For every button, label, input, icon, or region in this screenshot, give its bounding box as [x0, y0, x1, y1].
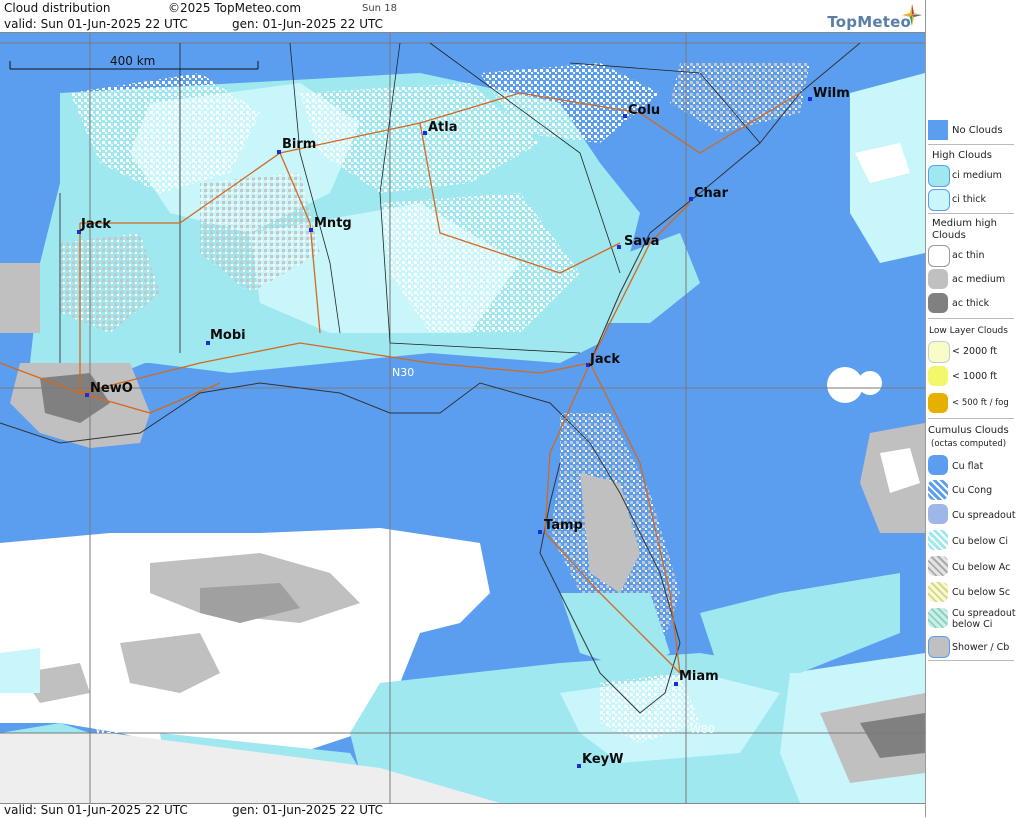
legend-panel: No Clouds High Clouds ci medium ci thick…: [925, 0, 1017, 817]
legend-cu-below-ci: Cu below Ci: [952, 536, 1009, 547]
legend-octas: (octas computed): [931, 439, 1007, 449]
city-label-sava: Sava: [624, 234, 659, 249]
footer-valid-time: valid: Sun 01-Jun-2025 22 UTC: [4, 803, 188, 817]
header-bar: Cloud distribution ©2025 TopMeteo.com Su…: [0, 0, 925, 33]
legend-cu-spreadout-below-ci: Cu spreadout below Ci: [952, 608, 1016, 630]
footer-bar: valid: Sun 01-Jun-2025 22 UTC gen: 01-Ju…: [0, 803, 925, 818]
legend-cu-flat: Cu flat: [952, 461, 984, 472]
scale-label: 400 km: [110, 54, 155, 68]
legend-lt2000: < 2000 ft: [952, 346, 998, 357]
legend-swatch-ac-thick: [928, 293, 948, 313]
city-label-colu: Colu: [628, 103, 660, 118]
legend-no-clouds: No Clouds: [952, 125, 1003, 136]
city-label-mobi: Mobi: [210, 328, 246, 343]
city-label-jack-fl: Jack: [589, 352, 620, 367]
city-marker-mntg: [309, 228, 313, 232]
city-label-mntg: Mntg: [314, 216, 352, 231]
legend-high-clouds: High Clouds: [932, 150, 992, 161]
legend-lt1000: < 1000 ft: [952, 371, 998, 382]
city-label-birm: Birm: [282, 137, 316, 152]
city-label-tamp: Tamp: [544, 518, 583, 533]
chart-title: Cloud distribution: [4, 1, 111, 15]
legend-swatch-lt1000: [928, 366, 948, 386]
legend-cu-below-ac: Cu below Ac: [952, 562, 1011, 573]
legend-swatch-lt2000: [928, 341, 950, 363]
legend-ci-medium: ci medium: [952, 170, 1002, 181]
legend-swatch-ac-medium: [928, 269, 948, 289]
city-marker-wilm: [808, 97, 812, 101]
legend-cu-below-sc: Cu below Sc: [952, 587, 1011, 598]
city-label-miam: Miam: [679, 669, 719, 684]
legend-divider: [928, 318, 1014, 319]
legend-swatch-cu-spreadout-below-ci: [928, 608, 948, 628]
legend-divider: [928, 418, 1014, 419]
legend-swatch-shower-cb: [928, 636, 950, 658]
footer-generated-time: gen: 01-Jun-2025 22 UTC: [232, 803, 384, 817]
city-marker-atla: [423, 131, 427, 135]
generated-time: gen: 01-Jun-2025 22 UTC: [232, 17, 384, 31]
run-label: Sun 18: [362, 3, 397, 14]
legend-ac-thick: ac thick: [952, 298, 990, 309]
city-marker-sava: [617, 245, 621, 249]
legend-cu-spreadout: Cu spreadout: [952, 510, 1016, 521]
grid-label-w80: W80: [690, 723, 715, 736]
legend-divider: [928, 213, 1014, 214]
legend-divider: [928, 660, 1014, 661]
grid-label-n30: N30: [392, 366, 414, 379]
cloud-map-canvas: N30 W90 W80 400 km Birm Atla Colu Wilm C…: [0, 33, 925, 803]
legend-ac-thin: ac thin: [952, 250, 985, 261]
legend-swatch-cu-flat: [928, 455, 948, 475]
city-label-wilm: Wilm: [813, 86, 850, 101]
city-marker-keyw: [577, 764, 581, 768]
legend-ac-medium: ac medium: [952, 274, 1006, 285]
legend-swatch-cu-below-sc: [928, 582, 948, 602]
valid-time: valid: Sun 01-Jun-2025 22 UTC: [4, 17, 188, 31]
city-label-newo: NewO: [90, 381, 133, 396]
legend-swatch-cu-spreadout: [928, 504, 948, 524]
copyright: ©2025 TopMeteo.com: [168, 1, 302, 15]
legend-divider: [928, 144, 1014, 145]
legend-swatch-cu-below-ac: [928, 556, 948, 576]
city-label-atla: Atla: [428, 120, 458, 135]
legend-swatch-cu-below-ci: [928, 530, 948, 550]
grid-label-w90: W90: [95, 723, 120, 736]
legend-medium-high-clouds: Medium high Clouds: [932, 218, 997, 241]
legend-swatch-ac-thin: [928, 245, 950, 267]
compass-star-icon: [902, 4, 922, 26]
city-label-keyw: KeyW: [582, 752, 623, 767]
legend-lt500: < 500 ft / fog: [952, 398, 1009, 408]
city-marker-colu: [623, 114, 627, 118]
cloud-map[interactable]: N30 W90 W80 400 km Birm Atla Colu Wilm C…: [0, 33, 925, 803]
legend-ci-thick: ci thick: [952, 194, 986, 205]
city-label-char: Char: [694, 186, 729, 201]
legend-cu-cong: Cu Cong: [952, 485, 993, 496]
city-marker-tamp: [538, 530, 542, 534]
legend-low-layer-clouds: Low Layer Clouds: [929, 326, 1008, 336]
legend-cumulus-clouds: Cumulus Clouds: [928, 425, 1009, 436]
legend-swatch-no-clouds: [928, 120, 948, 140]
legend-swatch-ci-medium: [928, 165, 950, 187]
legend-swatch-ci-thick: [928, 189, 950, 211]
city-marker-birm: [277, 150, 281, 154]
legend-swatch-cu-cong: [928, 480, 948, 500]
city-label-jack-ms: Jack: [80, 217, 111, 232]
topmeteo-logo: TopMeteo: [827, 13, 911, 31]
city-marker-miam: [674, 682, 678, 686]
legend-swatch-lt500: [928, 393, 948, 413]
legend-shower-cb: Shower / Cb: [952, 642, 1010, 653]
city-marker-char: [689, 197, 693, 201]
city-marker-newo: [85, 393, 89, 397]
